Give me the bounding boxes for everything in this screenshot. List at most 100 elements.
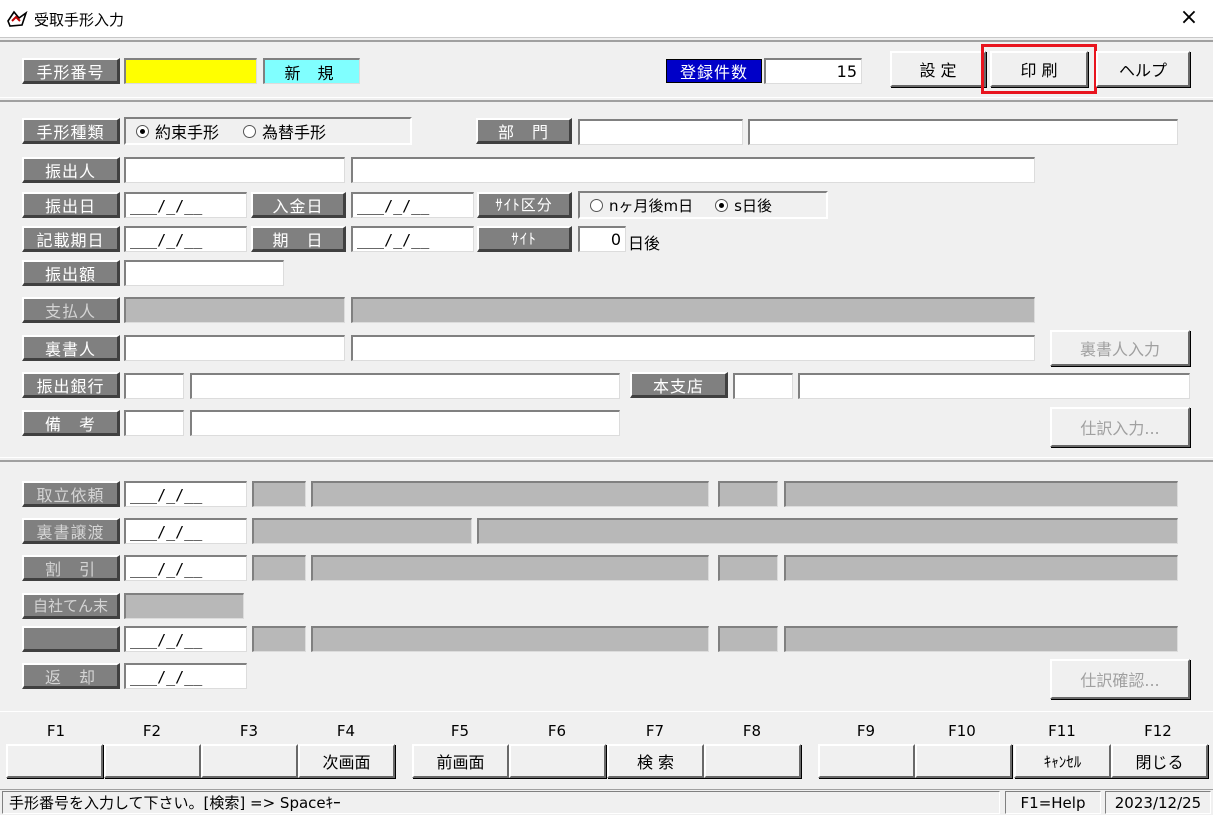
discount-label: 割 引 [22,555,120,581]
close-button[interactable]: 閉じる [1111,744,1208,778]
f2-button[interactable] [104,744,201,778]
cancel-button[interactable]: ｷｬﾝｾﾙ [1014,744,1111,778]
collection-sub-name [784,481,1178,507]
payer-name-input [351,297,1035,323]
radio-days-later[interactable]: s日後 [715,195,772,216]
endorser-name-input[interactable] [351,335,1035,361]
drawer-name-input[interactable] [351,157,1035,183]
due-date-label: 期 日 [251,226,346,252]
due-date-input[interactable]: ___/_/__ [351,226,474,252]
blank-label [22,626,120,652]
branch-code-input[interactable] [733,373,793,399]
transfer-name [477,518,1178,544]
title-bar [0,0,1213,38]
radio-promissory-note[interactable]: 約束手形 [136,119,219,143]
transfer-label: 裏書譲渡 [22,518,120,544]
print-button[interactable]: 印 刷 [990,51,1088,87]
f1-button[interactable] [6,744,103,778]
radio-dot-icon [243,124,257,138]
issue-date-input[interactable]: ___/_/__ [124,192,247,218]
status-message: 手形番号を入力して下さい。[検索] => Spaceｷｰ [2,791,1000,814]
fkey-label-f12: F12 [1144,722,1172,740]
registered-count-value: 15 [764,58,862,84]
note-type-label: 手形種類 [22,118,120,144]
radio-months-later[interactable]: nヶ月後m日 [590,195,693,216]
status-help-hint: F1=Help [1005,791,1101,814]
f8-button[interactable] [704,744,801,778]
blank-name [311,626,709,652]
endorser-label: 裏書人 [22,335,120,361]
site-days-input[interactable]: 0 [578,226,626,252]
f6-button[interactable] [509,744,606,778]
note-type-radio-group: 約束手形 為替手形 [124,117,412,145]
f9-button[interactable] [818,744,915,778]
collection-name [311,481,709,507]
transfer-code [252,518,472,544]
bank-name-input[interactable] [190,373,620,399]
remarks-code-input[interactable] [124,410,184,436]
site-label: ｻｲﾄ [477,226,572,252]
search-button[interactable]: 検 索 [607,744,704,778]
blank-date: ___/_/__ [124,626,247,652]
amount-input[interactable] [124,260,284,286]
payer-label: 支払人 [22,297,120,323]
fkey-label-f9: F9 [856,722,876,740]
entry-due-input[interactable]: ___/_/__ [124,226,247,252]
deposit-date-label: 入金日 [251,192,346,218]
settings-button[interactable]: 設 定 [890,51,986,87]
radio-dot-icon [715,198,729,212]
fkey-label-f6: F6 [547,722,567,740]
self-settle-field [124,593,244,619]
deposit-date-input[interactable]: ___/_/__ [351,192,474,218]
bank-code-input[interactable] [124,373,184,399]
drawer-code-input[interactable] [124,157,345,183]
blank-sub-name [784,626,1178,652]
remarks-text-input[interactable] [190,410,620,436]
radio-label: 為替手形 [262,123,327,142]
fkey-label-f8: F8 [742,722,762,740]
fkey-label-f1: F1 [46,722,66,740]
endorser-code-input[interactable] [124,335,345,361]
self-settle-label: 自社てん末 [22,593,120,619]
fkey-label-f5: F5 [450,722,470,740]
help-button[interactable]: ヘルプ [1096,51,1190,87]
mode-indicator: 新 規 [263,58,360,84]
app-icon [7,10,28,27]
site-type-radio-group: nヶ月後m日 s日後 [578,191,828,219]
radio-bill-of-exchange[interactable]: 為替手形 [243,119,326,143]
collection-label: 取立依頼 [22,481,120,507]
radio-label: nヶ月後m日 [609,196,694,215]
department-code-input[interactable] [578,119,743,145]
drawer-label: 振出人 [22,157,120,183]
note-number-label: 手形番号 [22,58,120,84]
transfer-date: ___/_/__ [124,518,247,544]
prev-screen-button[interactable]: 前画面 [412,744,509,778]
return-date: ___/_/__ [124,663,247,689]
amount-label: 振出額 [22,260,120,286]
fkey-label-f10: F10 [948,722,976,740]
note-number-input[interactable] [124,58,257,84]
site-unit: 日後 [628,234,661,253]
journal-input-button[interactable]: 仕訳入力... [1050,407,1190,447]
discount-date: ___/_/__ [124,555,247,581]
collection-date: ___/_/__ [124,481,247,507]
department-name-input[interactable] [748,119,1178,145]
discount-sub-name [784,555,1178,581]
f3-button[interactable] [201,744,298,778]
next-screen-button[interactable]: 次画面 [298,744,395,778]
discount-code [252,555,306,581]
branch-name-input[interactable] [798,373,1190,399]
fkey-label-f3: F3 [239,722,259,740]
journal-confirm-button[interactable]: 仕訳確認... [1050,659,1190,699]
close-icon[interactable]: × [1174,4,1204,34]
radio-label: s日後 [734,196,772,215]
return-label: 返 却 [22,663,120,689]
radio-dot-icon [136,124,149,138]
fkey-label-f7: F7 [645,722,665,740]
status-date: 2023/12/25 [1105,791,1211,814]
department-label: 部 門 [476,118,572,144]
endorser-input-button[interactable]: 裏書人入力 [1050,330,1190,366]
branch-label: 本支店 [630,372,728,398]
f10-button[interactable] [915,744,1012,778]
blank-code [252,626,306,652]
